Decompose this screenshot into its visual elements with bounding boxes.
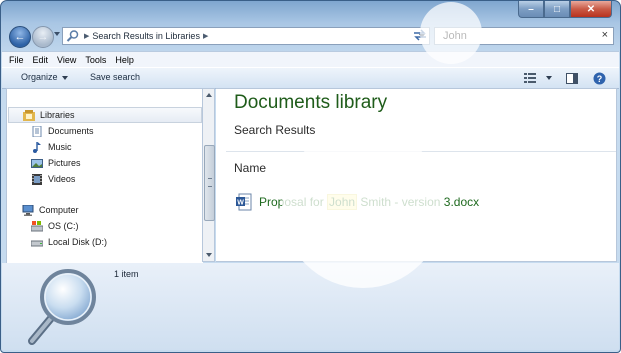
videos-icon: [32, 173, 42, 185]
help-icon: ?: [593, 72, 605, 84]
music-icon: [33, 141, 41, 153]
menu-edit[interactable]: Edit: [33, 55, 49, 65]
forward-arrow-icon: →: [37, 31, 49, 43]
close-icon: ✕: [586, 3, 596, 15]
library-subtitle: Search Results: [234, 123, 316, 137]
explorer-window: – □ ✕ ← → ▶ Search Results in Libraries …: [0, 0, 621, 353]
maximize-button[interactable]: □: [544, 1, 570, 18]
menu-file[interactable]: File: [9, 55, 24, 65]
organize-label: Organize: [21, 72, 58, 82]
os-drive-label: OS (C:): [48, 221, 79, 231]
view-dropdown-button[interactable]: [540, 71, 554, 85]
breadcrumb[interactable]: Search Results in Libraries: [92, 31, 200, 41]
minimize-button[interactable]: –: [518, 1, 544, 18]
computer-icon: [22, 204, 34, 216]
hard-drive-icon: [31, 240, 43, 246]
header-divider: [226, 151, 616, 152]
forward-button[interactable]: →: [32, 26, 54, 48]
navigation-pane: Libraries Documents Music Pictures Video…: [6, 88, 203, 264]
system-drive-icon: [31, 220, 43, 231]
view-options-button[interactable]: [523, 71, 537, 85]
content-pane: Documents library Search Results Name W …: [216, 88, 617, 262]
nav-item-libraries[interactable]: Libraries: [8, 107, 202, 123]
grip-icon: [208, 178, 212, 187]
address-bar[interactable]: ▶ Search Results in Libraries ▶: [62, 27, 430, 45]
menu-bar: File Edit View Tools Help: [2, 51, 619, 67]
result-name-suffix: Smith - version 3.docx: [357, 195, 480, 209]
details-view-icon: [524, 73, 536, 83]
scroll-thumb[interactable]: [204, 145, 215, 221]
chevron-down-icon: [546, 76, 552, 80]
nav-item-videos[interactable]: Videos: [31, 171, 75, 187]
libraries-label: Libraries: [40, 110, 75, 120]
videos-label: Videos: [48, 174, 76, 184]
nav-item-pictures[interactable]: Pictures: [31, 155, 81, 171]
nav-item-computer[interactable]: Computer: [22, 202, 79, 218]
library-title: Documents library: [234, 92, 388, 113]
preview-pane-button[interactable]: [565, 71, 579, 85]
scroll-up-icon[interactable]: [206, 93, 212, 97]
maximize-icon: □: [553, 3, 561, 15]
nav-item-local-disk[interactable]: Local Disk (D:): [31, 234, 107, 250]
preview-pane-icon: [566, 72, 578, 84]
save-search-button[interactable]: Save search: [90, 72, 140, 82]
clear-search-icon[interactable]: ×: [602, 29, 608, 41]
back-arrow-icon: ←: [14, 31, 26, 43]
computer-label: Computer: [39, 205, 79, 215]
svg-text:?: ?: [596, 74, 602, 84]
details-pane: 1 item: [2, 263, 619, 350]
scroll-down-icon[interactable]: [206, 253, 212, 257]
pictures-icon: [31, 158, 43, 168]
help-button[interactable]: ?: [592, 71, 606, 85]
magnifying-glass-icon: [28, 269, 96, 345]
command-bar: Organize Save search ?: [2, 67, 619, 89]
music-label: Music: [48, 142, 72, 152]
item-count: 1 item: [114, 269, 139, 279]
nav-item-os-drive[interactable]: OS (C:): [31, 218, 79, 234]
back-button[interactable]: ←: [9, 26, 31, 48]
search-result-item[interactable]: W Proposal for John Smith - version 3.do…: [236, 193, 479, 211]
minimize-icon: –: [528, 3, 534, 15]
recent-pages-dropdown[interactable]: [54, 32, 60, 36]
word-document-icon: W: [236, 193, 252, 211]
local-disk-label: Local Disk (D:): [48, 237, 108, 247]
navigation-bar: ← → ▶ Search Results in Libraries ▶ ×: [7, 25, 616, 49]
menu-help[interactable]: Help: [115, 55, 134, 65]
result-name-prefix: Proposal for: [259, 195, 328, 209]
window-controls: – □ ✕: [518, 1, 612, 18]
nav-item-music[interactable]: Music: [31, 139, 72, 155]
organize-button[interactable]: Organize: [21, 72, 68, 82]
documents-label: Documents: [48, 126, 94, 136]
search-box[interactable]: ×: [434, 27, 614, 45]
refresh-button[interactable]: [412, 28, 428, 44]
navigation-scrollbar[interactable]: [202, 88, 215, 262]
breadcrumb-separator-icon[interactable]: ▶: [203, 32, 208, 40]
column-header-name[interactable]: Name: [234, 161, 266, 175]
magnifier-icon: [65, 29, 81, 43]
chevron-down-icon: [61, 75, 68, 80]
breadcrumb-separator-icon[interactable]: ▶: [84, 32, 89, 40]
pictures-label: Pictures: [48, 158, 81, 168]
close-button[interactable]: ✕: [570, 1, 612, 18]
menu-tools[interactable]: Tools: [85, 55, 106, 65]
search-input[interactable]: [443, 30, 593, 42]
libraries-icon: [23, 109, 35, 121]
svg-text:W: W: [237, 200, 244, 207]
documents-icon: [32, 125, 42, 137]
menu-view[interactable]: View: [57, 55, 76, 65]
search-term-highlight: John: [327, 194, 358, 210]
nav-item-documents[interactable]: Documents: [31, 123, 94, 139]
